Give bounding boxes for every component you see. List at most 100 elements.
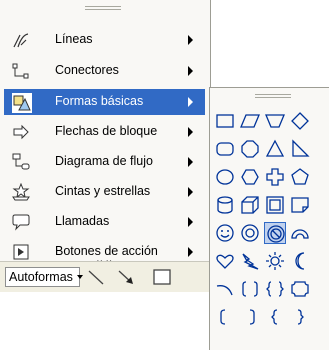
menu-item-label: Cintas y estrellas xyxy=(55,184,151,198)
folded-corner-icon xyxy=(291,197,309,213)
shape-bevel[interactable] xyxy=(264,194,286,216)
shape-block-arc[interactable] xyxy=(289,222,311,244)
submenu-arrow-icon xyxy=(188,66,193,76)
shape-folded-corner[interactable] xyxy=(289,194,311,216)
menu-item-label: Diagrama de flujo xyxy=(55,154,153,168)
menu-item-label: Formas básicas xyxy=(55,94,144,108)
octagon-icon xyxy=(241,140,259,158)
shape-can[interactable] xyxy=(214,194,236,216)
shape-right-bracket[interactable] xyxy=(239,306,261,328)
sun-icon xyxy=(266,252,284,270)
action-buttons-icon xyxy=(13,244,29,260)
menu-grip[interactable] xyxy=(85,6,121,7)
no-symbol-icon xyxy=(267,225,285,243)
rectangle-icon xyxy=(216,114,234,128)
can-icon xyxy=(217,196,233,214)
donut-icon xyxy=(241,224,259,242)
basic-shapes-icon xyxy=(12,93,32,113)
flowchart-icon xyxy=(12,153,30,170)
submenu-arrow-icon xyxy=(188,187,193,197)
menu-item-lines[interactable]: Líneas xyxy=(4,27,205,53)
autoshapes-button[interactable]: Autoformas xyxy=(5,267,83,287)
shape-double-bracket[interactable] xyxy=(239,278,261,300)
block-arc-icon xyxy=(291,229,309,239)
shape-trapezoid[interactable] xyxy=(264,110,286,132)
shape-octagon[interactable] xyxy=(239,138,261,160)
shape-rounded-rectangle[interactable] xyxy=(214,138,236,160)
shape-right-triangle[interactable] xyxy=(289,138,311,160)
menu-item-block-arrows[interactable]: Flechas de bloque xyxy=(4,119,205,145)
menu-item-label: Llamadas xyxy=(55,214,110,228)
shape-triangle[interactable] xyxy=(264,138,286,160)
shape-smiley-face[interactable] xyxy=(214,222,236,244)
shape-double-brace[interactable] xyxy=(264,278,286,300)
menu-item-flowchart[interactable]: Diagrama de flujo xyxy=(4,149,205,175)
right-bracket-icon xyxy=(249,309,255,325)
arrow-tool-icon[interactable] xyxy=(114,265,138,289)
shape-heart[interactable] xyxy=(214,250,236,272)
block-arrows-icon xyxy=(13,124,29,140)
shape-donut[interactable] xyxy=(239,222,261,244)
shape-parallelogram[interactable] xyxy=(239,110,261,132)
hexagon-icon xyxy=(241,169,259,185)
shape-hexagon[interactable] xyxy=(239,166,261,188)
shape-oval[interactable] xyxy=(214,166,236,188)
submenu-arrow-icon xyxy=(188,127,193,137)
shape-sun[interactable] xyxy=(264,250,286,272)
pentagon-icon xyxy=(291,168,309,185)
shape-moon[interactable] xyxy=(289,250,311,272)
submenu-arrow-icon xyxy=(188,247,193,257)
shape-no-symbol[interactable] xyxy=(264,222,286,244)
shape-cube[interactable] xyxy=(239,194,261,216)
right-brace-icon xyxy=(297,309,304,325)
rectangle-tool-icon[interactable] xyxy=(150,265,174,289)
menu-item-basic-shapes[interactable]: Formas básicas xyxy=(4,89,205,115)
left-brace-icon xyxy=(271,309,278,325)
oval-icon xyxy=(216,169,234,185)
shape-right-brace[interactable] xyxy=(289,306,311,328)
stars-banners-icon xyxy=(12,183,30,201)
plaque-icon xyxy=(291,281,309,297)
shape-pentagon[interactable] xyxy=(289,166,311,188)
diamond-icon xyxy=(291,112,309,130)
menu-item-stars-banners[interactable]: Cintas y estrellas xyxy=(4,179,205,205)
cross-icon xyxy=(266,168,284,186)
palette-grip[interactable] xyxy=(255,94,291,95)
submenu-arrow-icon xyxy=(188,217,193,227)
menu-item-connectors[interactable]: Conectores xyxy=(4,58,205,84)
right-triangle-icon xyxy=(292,139,310,157)
parallelogram-icon xyxy=(240,114,260,128)
menu-item-label: Líneas xyxy=(55,32,93,46)
shape-lightning-bolt[interactable] xyxy=(239,250,261,272)
palette-grip-line xyxy=(255,97,291,98)
triangle-icon xyxy=(265,139,285,157)
autoshapes-menu: Líneas Conectores Formas básicas Flechas… xyxy=(0,0,211,292)
left-bracket-icon xyxy=(220,309,226,325)
menu-item-label: Flechas de bloque xyxy=(55,124,158,138)
shape-diamond[interactable] xyxy=(289,110,311,132)
shape-plaque[interactable] xyxy=(289,278,311,300)
autoshapes-label: Autoformas xyxy=(9,270,73,284)
menu-item-label: Conectores xyxy=(55,63,119,77)
moon-icon xyxy=(295,252,305,270)
line-tool-icon[interactable] xyxy=(84,265,108,289)
basic-shapes-palette xyxy=(209,87,329,350)
bevel-icon xyxy=(266,196,284,214)
drawing-toolbar: Autoformas xyxy=(0,261,210,292)
submenu-arrow-icon xyxy=(188,97,193,107)
cube-icon xyxy=(241,196,259,214)
smiley-face-icon xyxy=(216,224,234,242)
callouts-icon xyxy=(12,214,30,231)
shape-left-brace[interactable] xyxy=(264,306,286,328)
lines-icon xyxy=(13,33,29,48)
dropdown-arrow-icon xyxy=(76,275,83,279)
submenu-arrow-icon xyxy=(188,35,193,45)
shape-cross[interactable] xyxy=(264,166,286,188)
submenu-arrow-icon xyxy=(188,157,193,167)
shape-left-bracket[interactable] xyxy=(214,306,236,328)
arc-icon xyxy=(216,285,233,296)
connectors-icon xyxy=(12,63,29,79)
shape-rectangle[interactable] xyxy=(214,110,236,132)
menu-item-callouts[interactable]: Llamadas xyxy=(4,209,205,235)
shape-arc[interactable] xyxy=(214,278,236,300)
